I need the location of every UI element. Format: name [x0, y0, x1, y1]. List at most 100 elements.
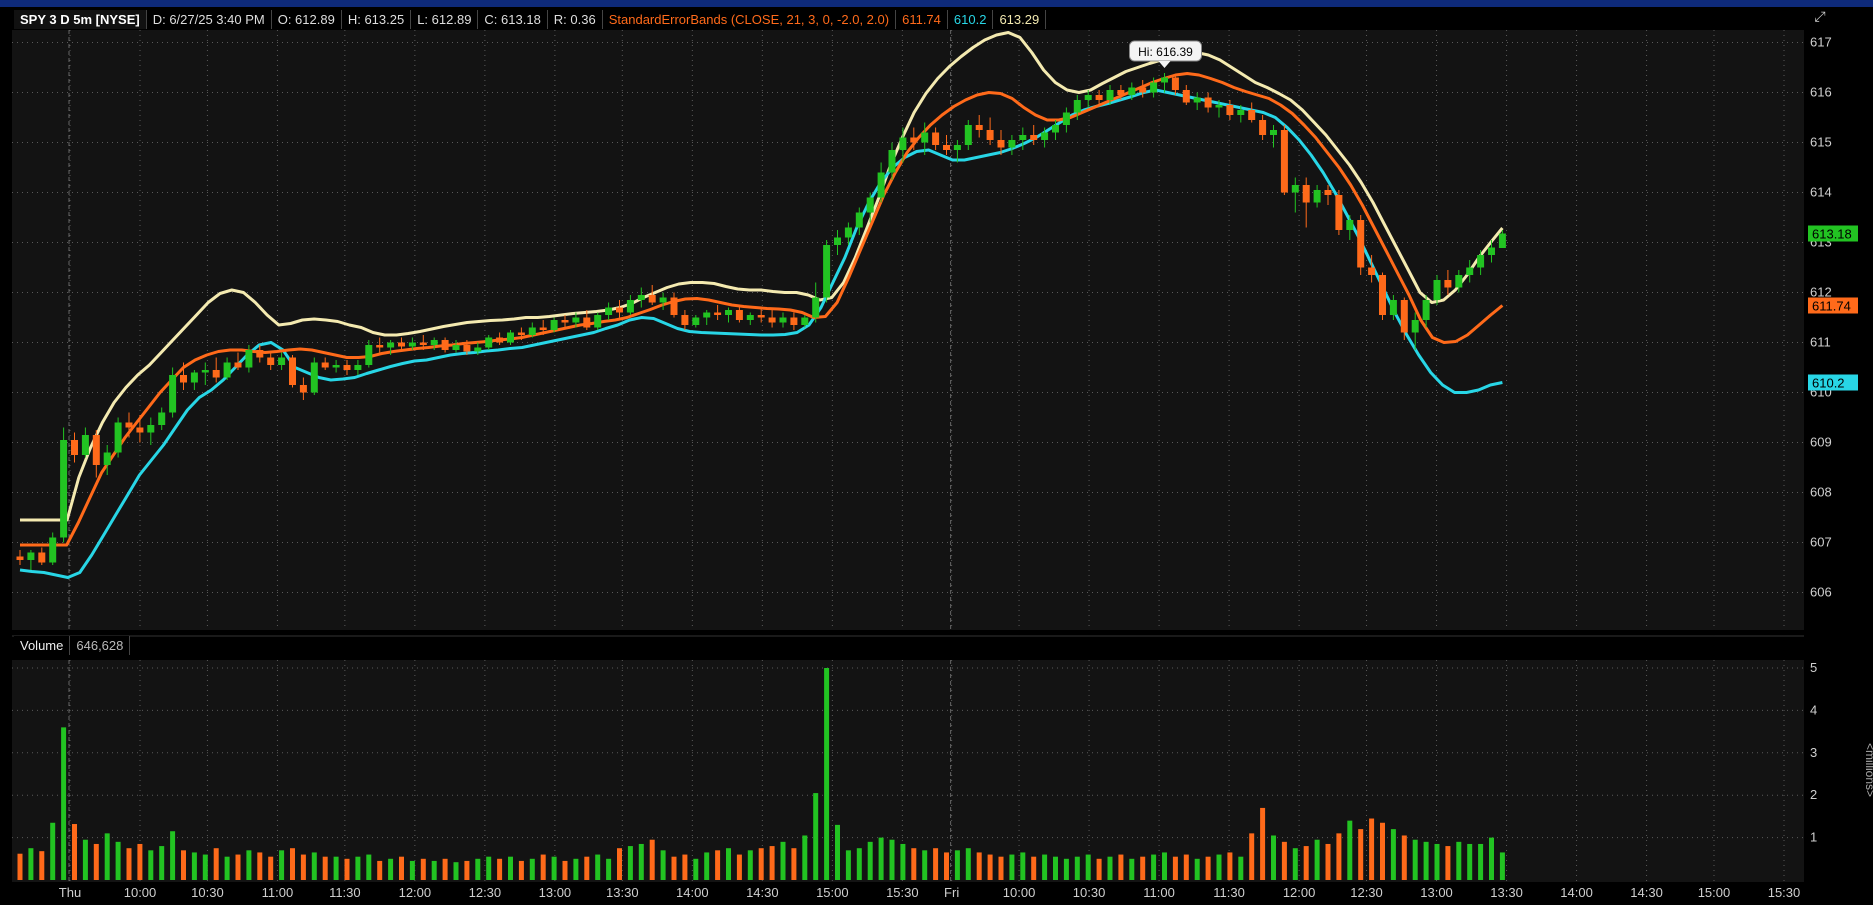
time-tick-label: 10:30 [191, 885, 224, 900]
candle-body [507, 332, 514, 343]
volume-bar [1129, 858, 1135, 880]
volume-bar [933, 848, 939, 880]
candle-body [49, 537, 57, 563]
volume-bar [671, 856, 677, 880]
price-tick-label: 609 [1810, 435, 1832, 450]
time-tick-label: 14:00 [1560, 885, 1593, 900]
candle-body [419, 342, 427, 345]
candle-body [1400, 300, 1408, 333]
volume-bar [1151, 854, 1157, 880]
volume-header: Volume 646,628 [14, 636, 131, 655]
volume-bar [39, 851, 45, 880]
candle-body [1411, 320, 1419, 333]
candle-body [823, 245, 831, 298]
time-tick-label: 14:30 [746, 885, 779, 900]
price-volume-chart[interactable]: 606607608609610611612613614615616617 123… [0, 0, 1873, 905]
candle-body [321, 362, 329, 368]
time-tick-label: 11:30 [329, 885, 361, 900]
volume-bar [954, 850, 960, 880]
volume-bar [431, 860, 437, 880]
volume-bar [1227, 852, 1233, 880]
candle-body [1302, 185, 1310, 203]
candle-body [932, 132, 940, 145]
volume-bar [944, 852, 949, 880]
candle-body [550, 320, 558, 330]
candle-body [398, 342, 405, 347]
candle-body [1073, 100, 1081, 113]
candle-body [975, 125, 983, 130]
candle-body [1280, 130, 1288, 193]
candle-body [1128, 87, 1136, 95]
candle-body [278, 357, 286, 365]
price-tick-label: 616 [1810, 85, 1832, 100]
time-tick-label: 14:00 [676, 885, 709, 900]
volume-bar [1478, 843, 1484, 880]
time-tick-label: 11:30 [1213, 885, 1245, 900]
candle-body [1106, 90, 1114, 100]
price-panel[interactable] [12, 30, 1804, 630]
volume-tick-label: 4 [1810, 702, 1817, 717]
volume-bar [508, 856, 513, 880]
candle-body [1084, 95, 1092, 100]
time-tick-label: Thu [59, 885, 81, 900]
symbol-label[interactable]: SPY 3 D 5m [NYSE] [14, 9, 147, 29]
volume-bar [627, 846, 633, 880]
candle-body [1041, 132, 1049, 140]
volume-bar [998, 856, 1004, 880]
candle-body [1444, 280, 1452, 288]
volume-bar [268, 856, 274, 880]
open-label: O: 612.89 [272, 9, 342, 29]
volume-panel[interactable] [12, 660, 1804, 882]
volume-bar [1205, 856, 1211, 880]
candle-body [1466, 267, 1474, 275]
candle-body [888, 150, 896, 173]
volume-bar [1412, 839, 1418, 880]
volume-bar [159, 846, 165, 880]
volume-bar [1369, 818, 1375, 880]
candle-body [659, 297, 667, 303]
candle-body [1422, 300, 1430, 320]
candle-body [1171, 77, 1179, 90]
time-tick-label: 12:00 [1283, 885, 1316, 900]
volume-bar [1434, 843, 1440, 880]
volume-bar [922, 850, 928, 880]
volume-bar [1118, 854, 1124, 880]
volume-bar [300, 854, 306, 880]
volume-bar [987, 854, 993, 880]
range-label: R: 0.36 [548, 9, 603, 29]
volume-bar [1107, 856, 1113, 880]
candle-body [561, 320, 569, 323]
candle-body [953, 145, 961, 150]
lower-band-value: 610.2 [948, 9, 994, 29]
volume-bar [377, 860, 383, 880]
volume-bar [660, 850, 666, 880]
volume-bar [715, 850, 721, 880]
close-label: C: 613.18 [478, 9, 548, 29]
candle-body [1095, 95, 1103, 100]
price-tick-label: 611 [1810, 335, 1831, 350]
volume-bar [845, 850, 851, 880]
candle-body [92, 435, 100, 465]
volume-bar [649, 839, 655, 880]
volume-bar [344, 858, 350, 880]
volume-bar [747, 850, 753, 880]
candle-body [1008, 140, 1016, 148]
volume-bar [540, 854, 546, 880]
volume-bar [1445, 846, 1451, 880]
volume-label[interactable]: Volume [14, 636, 71, 655]
high-bubble-text: Hi: 616.39 [1138, 45, 1193, 59]
candle-body [408, 342, 416, 347]
candle-body [626, 300, 634, 313]
maximize-icon[interactable]: ⤢ [1812, 8, 1828, 24]
volume-bar [976, 852, 982, 880]
volume-bar [181, 850, 186, 880]
volume-bar [813, 793, 819, 880]
volume-bar [1009, 854, 1015, 880]
volume-bar [61, 727, 67, 880]
indicator-label[interactable]: StandardErrorBands (CLOSE, 21, 3, 0, -2.… [603, 9, 897, 29]
price-tick-label: 607 [1810, 535, 1832, 550]
candle-body [1019, 135, 1027, 140]
candle-body [670, 297, 678, 315]
candle-body [648, 295, 656, 303]
volume-bar [399, 856, 404, 880]
